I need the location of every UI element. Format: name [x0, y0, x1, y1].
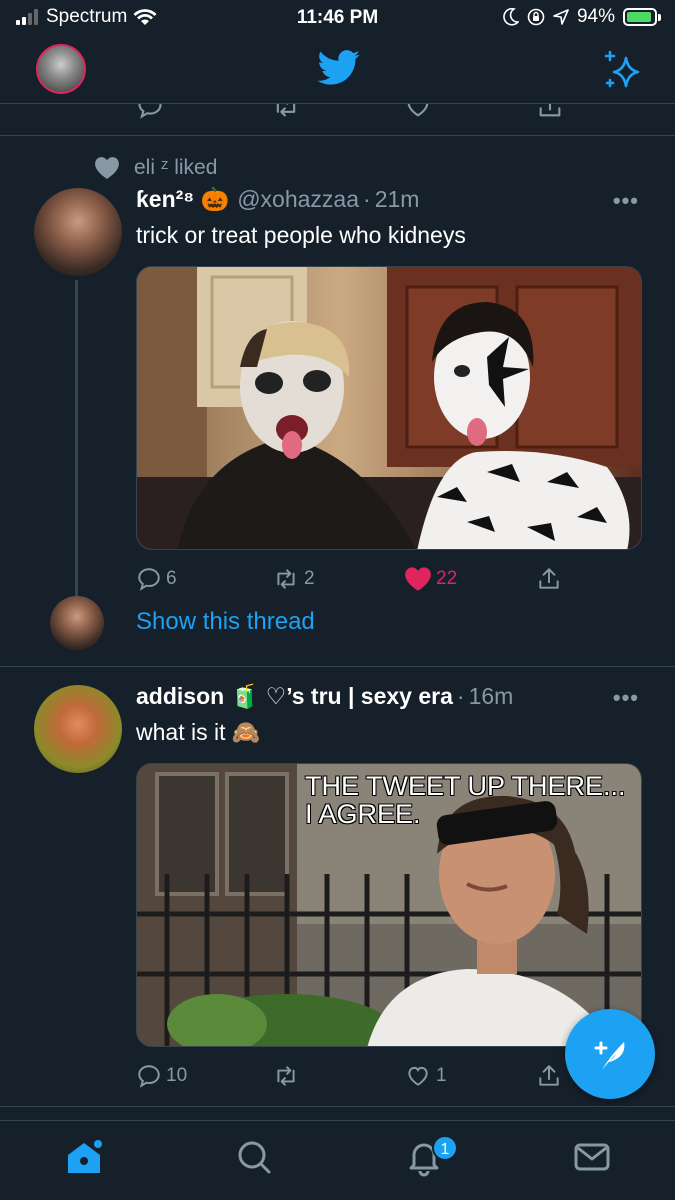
profile-avatar[interactable]: [36, 44, 86, 94]
retweet-icon: [277, 1066, 295, 1086]
share-icon: [539, 568, 559, 589]
thread-avatar[interactable]: [50, 596, 104, 650]
battery-percent: 94%: [576, 6, 615, 27]
author-handle[interactable]: @xohazzaa: [237, 186, 359, 213]
previous-tweet-actions: [0, 104, 675, 136]
reply-count: 10: [166, 1065, 188, 1086]
tweet-text: trick or treat people who kidneys: [136, 222, 466, 248]
battery-fill: [627, 12, 652, 22]
mail-icon: [574, 1143, 610, 1171]
retweet-icon: [277, 569, 295, 589]
tweet-time: 21m: [374, 186, 420, 212]
reply-icon[interactable]: [136, 104, 164, 120]
retweet-button[interactable]: 2: [272, 566, 315, 592]
share-button[interactable]: [536, 1063, 562, 1089]
status-indicators: 94%: [503, 6, 661, 28]
tweet-header: addison 🧃 ♡’s tru | sexy era · 16m: [136, 683, 514, 710]
sparkle-icon[interactable]: [600, 48, 644, 92]
author-name[interactable]: ƙen²⁸ 🎃: [136, 186, 229, 213]
tweet-photo[interactable]: [136, 266, 642, 550]
reply-count: 6: [166, 568, 177, 589]
social-context-label[interactable]: eli ᶻ liked: [134, 156, 217, 180]
home-icon: [68, 1140, 102, 1173]
search-icon: [238, 1141, 271, 1174]
author-name[interactable]: addison 🧃 ♡’s tru | sexy era: [136, 683, 453, 710]
like-button[interactable]: 22: [404, 566, 457, 592]
like-count: 1: [436, 1065, 447, 1086]
like-icon[interactable]: [404, 104, 432, 120]
meme-caption: THE TWEET UP THERE... I AGREE.: [305, 772, 626, 828]
tweet-actions: 10 1: [136, 1063, 576, 1093]
author-avatar[interactable]: [34, 188, 122, 276]
like-button[interactable]: 1: [404, 1063, 447, 1089]
share-button[interactable]: [536, 566, 562, 592]
bottom-tab-bar: 1: [0, 1120, 675, 1200]
social-context: eli ᶻ liked: [94, 156, 217, 180]
like-icon: [408, 1066, 428, 1086]
tweet-header: ƙen²⁸ 🎃 @xohazzaa · 21m: [136, 186, 420, 213]
meme-caption-line-2: I AGREE.: [305, 799, 421, 829]
author-avatar[interactable]: [34, 685, 122, 773]
reply-button[interactable]: 10: [136, 1063, 187, 1089]
thread-line: [75, 280, 78, 600]
twitter-bird-icon: [317, 50, 361, 86]
tweet-time: 16m: [468, 683, 514, 709]
retweet-count: 2: [304, 568, 315, 589]
share-icon: [539, 1065, 559, 1086]
tweet-text: what is it 🙈: [136, 719, 261, 745]
share-icon[interactable]: [536, 104, 564, 120]
tab-search[interactable]: [234, 1137, 274, 1177]
more-options-icon[interactable]: •••: [613, 188, 639, 214]
tweet-photo[interactable]: THE TWEET UP THERE... I AGREE.: [136, 763, 642, 1047]
battery-icon: [623, 8, 661, 26]
tab-messages[interactable]: [572, 1137, 612, 1177]
retweet-button[interactable]: [272, 1063, 304, 1089]
halloween-photo: [137, 267, 641, 549]
moon-icon: [503, 8, 519, 26]
liked-heart-icon: [95, 157, 119, 179]
notifications-badge: 1: [432, 1135, 458, 1161]
reply-button[interactable]: 6: [136, 566, 177, 592]
status-bar: Spectrum 11:46 PM 94%: [0, 0, 675, 36]
more-options-icon[interactable]: •••: [613, 685, 639, 711]
heart-filled-icon: [405, 567, 431, 591]
show-thread-link[interactable]: Show this thread: [136, 608, 315, 636]
retweet-icon[interactable]: [272, 104, 300, 120]
tab-home[interactable]: [64, 1137, 104, 1177]
nav-header: [0, 36, 675, 104]
divider: [0, 1106, 675, 1107]
tweet-ken[interactable]: eli ᶻ liked ƙen²⁸ 🎃 @xohazzaa · 21m ••• …: [0, 136, 675, 666]
tweet-actions: 6 2 22: [136, 566, 576, 596]
meme-caption-line-1: THE TWEET UP THERE...: [305, 771, 626, 801]
compose-feather-icon: [594, 1041, 625, 1070]
reply-icon: [138, 568, 160, 591]
location-arrow-icon: [553, 9, 569, 25]
compose-tweet-button[interactable]: [565, 1009, 655, 1099]
orientation-lock-icon: [527, 8, 545, 26]
like-count: 22: [436, 568, 458, 589]
reply-icon: [138, 1065, 160, 1088]
